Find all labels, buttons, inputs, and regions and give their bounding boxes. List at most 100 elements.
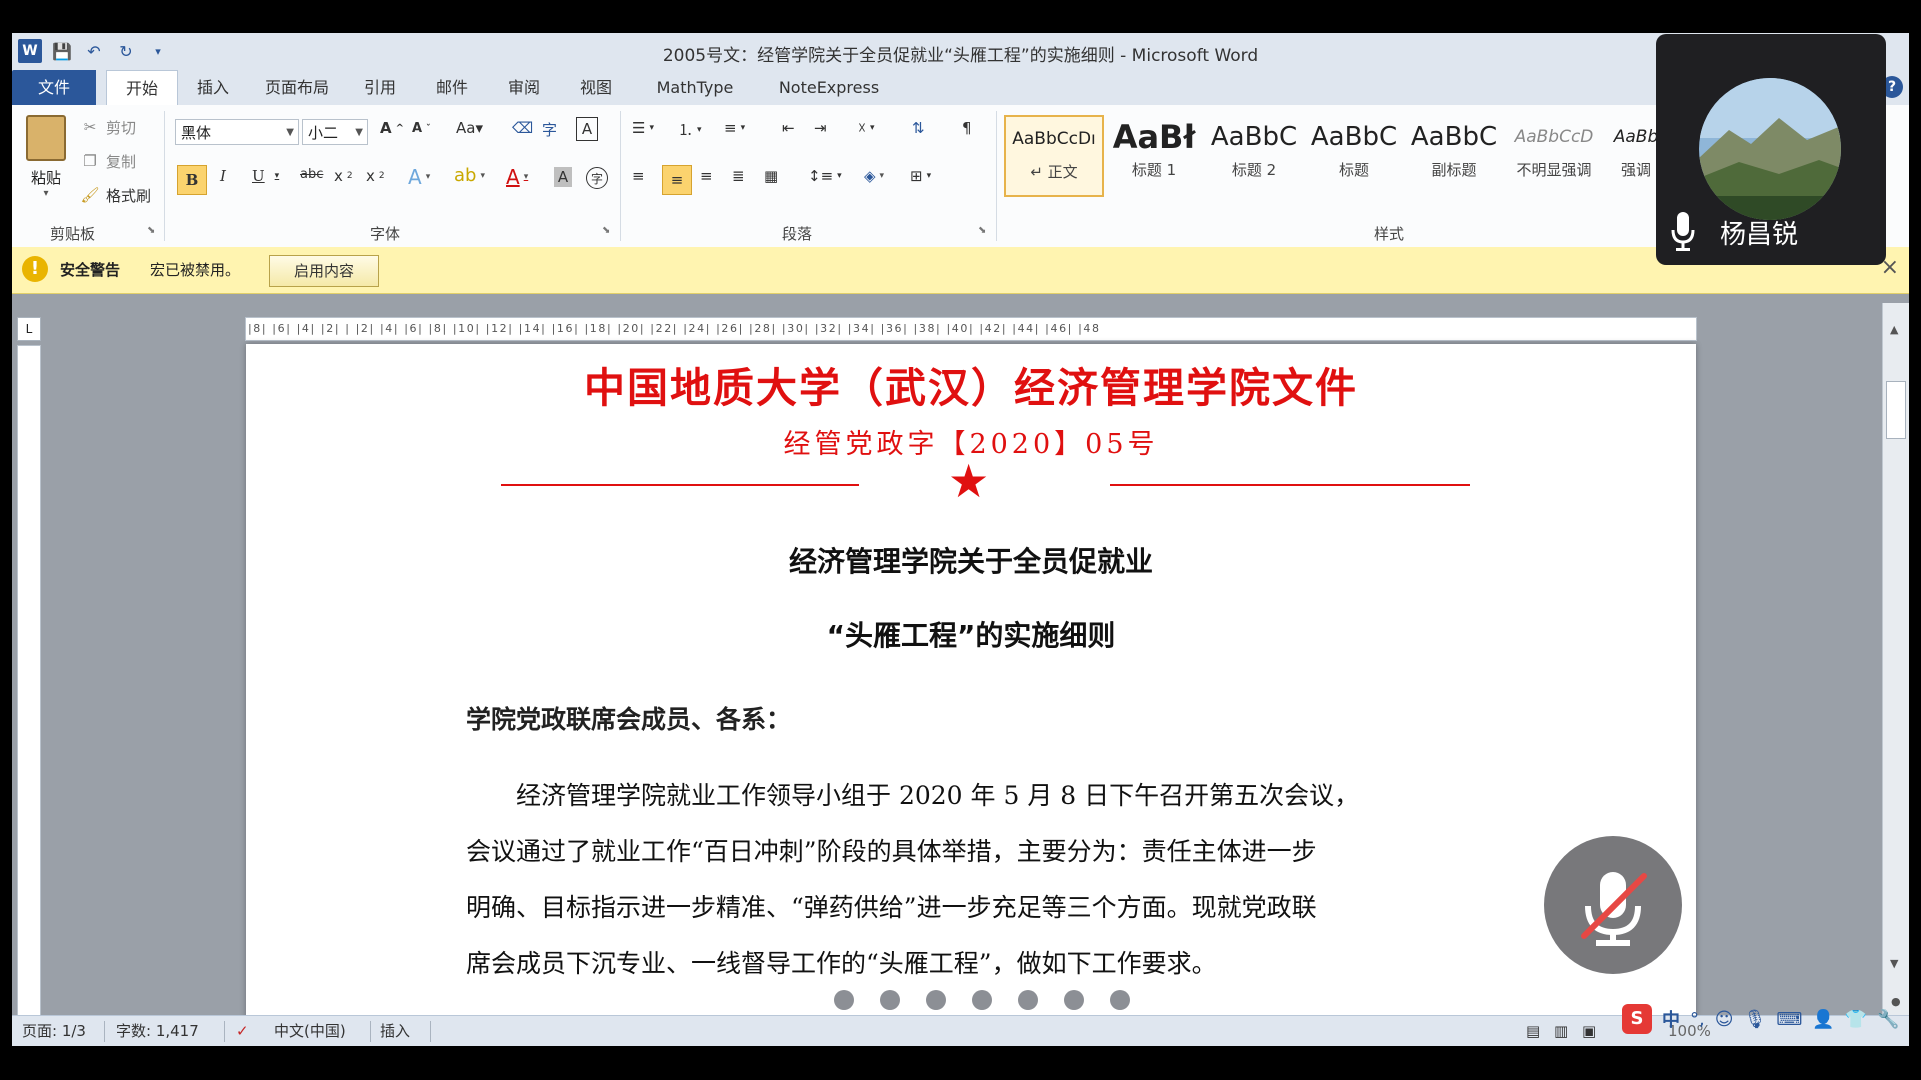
cut-button[interactable]: ✂ 剪切 [78, 115, 136, 139]
carousel-dot[interactable] [1110, 990, 1130, 1010]
carousel-dot[interactable] [1064, 990, 1084, 1010]
clear-formatting-icon[interactable]: ⌫ [512, 119, 533, 137]
paragraph-dialog-launcher-icon[interactable]: ⬊ [978, 225, 986, 236]
align-center-icon[interactable]: ≡ [662, 165, 692, 195]
style-subtle-emphasis[interactable]: AaBbCcD 不明显强调 [1506, 115, 1602, 193]
character-shading-icon[interactable]: A [554, 167, 572, 187]
copy-button[interactable]: ❐ 复制 [78, 149, 136, 173]
superscript-button[interactable]: x2 [366, 167, 385, 185]
italic-button[interactable]: I [220, 167, 226, 185]
font-dialog-launcher-icon[interactable]: ⬊ [602, 225, 610, 236]
carousel-dot[interactable] [1018, 990, 1038, 1010]
carousel-dot[interactable] [834, 990, 854, 1010]
document-header: 中国地质大学（武汉）经济管理学院文件 [584, 364, 1358, 412]
justify-icon[interactable]: ≣ [732, 167, 745, 185]
style-heading-2[interactable]: AaBbC 标题 2 [1206, 115, 1302, 193]
ribbon-tabs: 文件 开始 插入 页面布局 引用 邮件 审阅 视图 MathType NoteE… [12, 70, 1909, 106]
emoji-icon[interactable]: ☺ [1715, 1009, 1734, 1030]
keyboard-icon[interactable]: ⌨ [1776, 1009, 1802, 1030]
enable-content-button[interactable]: 启用内容 [269, 255, 379, 287]
avatar [1699, 78, 1841, 220]
numbering-icon[interactable]: ⒈ ▾ [678, 119, 702, 140]
tab-selector[interactable]: L [17, 317, 41, 341]
shrink-font-button[interactable]: Aˇ [412, 121, 431, 136]
character-border-icon[interactable]: A [576, 117, 598, 141]
highlight-icon[interactable]: ab ▾ [454, 165, 485, 186]
ime-toolbar[interactable]: S 中 °, ☺ 🎙 ⌨ 👤 👕 🔧 [1622, 1002, 1912, 1036]
web-layout-icon[interactable]: ▣ [1582, 1016, 1596, 1046]
distributed-icon[interactable]: ▦ [764, 167, 778, 185]
skin-icon[interactable]: 👕 [1845, 1009, 1867, 1030]
enclose-characters-icon[interactable]: 字 [586, 167, 608, 189]
tab-noteexpress[interactable]: NoteExpress [764, 70, 894, 105]
paste-button[interactable]: 粘贴 ▾ [22, 111, 70, 203]
microphone-icon[interactable] [1670, 210, 1696, 252]
meeting-participant-card[interactable]: 杨昌锐 [1656, 34, 1886, 265]
tab-home[interactable]: 开始 [106, 70, 178, 106]
change-case-button[interactable]: Aa▾ [456, 119, 483, 137]
scroll-down-icon[interactable]: ▼ [1890, 957, 1898, 970]
carousel-dot[interactable] [926, 990, 946, 1010]
tab-references[interactable]: 引用 [352, 70, 408, 105]
page-count[interactable]: 页面: 1/3 [22, 1016, 86, 1046]
phonetic-guide-icon[interactable]: 字 [542, 119, 557, 140]
font-name-combo[interactable]: 黑体 ▼ [175, 119, 299, 145]
scroll-thumb[interactable] [1886, 381, 1906, 439]
style-normal[interactable]: AaBbCcDı ↵ 正文 [1004, 115, 1104, 197]
scroll-up-icon[interactable]: ▲ [1890, 323, 1898, 336]
voice-input-icon[interactable]: 🎙 [1744, 1009, 1767, 1030]
shading-icon[interactable]: ◈ ▾ [864, 167, 884, 185]
grow-font-button[interactable]: A ^ [380, 119, 404, 137]
strikethrough-button[interactable]: abc [300, 167, 323, 182]
insert-mode[interactable]: 插入 [380, 1016, 410, 1046]
tab-mathtype[interactable]: MathType [640, 70, 750, 105]
align-left-icon[interactable]: ≡ [632, 167, 645, 185]
format-painter-button[interactable]: 🖌 格式刷 [78, 183, 151, 207]
borders-icon[interactable]: ⊞ ▾ [910, 167, 931, 185]
align-right-icon[interactable]: ≡ [700, 167, 713, 185]
text-effects-icon[interactable]: A ▾ [408, 165, 430, 189]
chinese-layout-icon[interactable]: ☓ ▾ [858, 119, 875, 137]
full-reading-icon[interactable]: ▥ [1554, 1016, 1568, 1046]
dialog-launcher-icon[interactable]: ⬊ [147, 225, 155, 236]
carousel-dot[interactable] [972, 990, 992, 1010]
horizontal-ruler[interactable]: |8| |6| |4| |2| | |2| |4| |6| |8| |10| |… [245, 317, 1697, 341]
tab-review[interactable]: 审阅 [496, 70, 552, 105]
line-spacing-icon[interactable]: ↕≡ ▾ [808, 167, 842, 185]
print-layout-icon[interactable]: ▤ [1526, 1016, 1540, 1046]
tab-view[interactable]: 视图 [568, 70, 624, 105]
tab-insert[interactable]: 插入 [182, 70, 244, 105]
style-heading-1[interactable]: AaBł 标题 1 [1106, 115, 1202, 193]
style-title[interactable]: AaBbC 标题 [1306, 115, 1402, 193]
tab-page-layout[interactable]: 页面布局 [252, 70, 342, 105]
show-marks-icon[interactable]: ¶ [962, 119, 972, 137]
bullets-icon[interactable]: ☰ ▾ [632, 119, 654, 137]
sort-icon[interactable]: ⇅ [912, 119, 925, 137]
user-icon[interactable]: 👤 [1812, 1009, 1834, 1030]
increase-indent-icon[interactable]: ⇥ [814, 119, 827, 137]
font-color-icon[interactable]: A ▾ [506, 165, 528, 189]
font-size-combo[interactable]: 小二 ▼ [302, 119, 368, 145]
carousel-dot[interactable] [880, 990, 900, 1010]
bold-button[interactable]: B [177, 165, 207, 195]
document-page[interactable]: 中国地质大学（武汉）经济管理学院文件 经管党政字【2020】05号 ★ 经济管理… [246, 344, 1696, 1046]
tab-mailings[interactable]: 邮件 [424, 70, 480, 105]
punctuation-icon[interactable]: °, [1690, 1009, 1705, 1030]
multilevel-list-icon[interactable]: ≡ ▾ [724, 119, 745, 137]
subscript-button[interactable]: x2 [334, 167, 353, 185]
mute-toggle-button[interactable] [1544, 836, 1682, 974]
word-count[interactable]: 字数: 1,417 [116, 1016, 199, 1046]
style-subtitle[interactable]: AaBbC 副标题 [1406, 115, 1502, 193]
ribbon-home: 粘贴 ▾ ✂ 剪切 ❐ 复制 🖌 格式刷 剪贴板 ⬊ 黑体 ▼ 小二 ▼ A ^ Aˇ Aa… [12, 105, 1909, 248]
underline-button[interactable]: U ▾ [252, 167, 279, 185]
font-group-label: 字体 [370, 225, 401, 243]
proofing-icon[interactable]: ✓ [236, 1016, 249, 1046]
language-indicator[interactable]: 中文(中国) [274, 1016, 346, 1046]
tools-icon[interactable]: 🔧 [1877, 1009, 1899, 1030]
vertical-ruler[interactable] [17, 345, 41, 1037]
copy-icon: ❐ [83, 152, 97, 170]
tab-file[interactable]: 文件 [12, 70, 96, 105]
vertical-scrollbar[interactable]: ▲ ▼ ● [1882, 303, 1909, 1045]
ime-mode[interactable]: 中 [1662, 1006, 1680, 1032]
decrease-indent-icon[interactable]: ⇤ [782, 119, 795, 137]
